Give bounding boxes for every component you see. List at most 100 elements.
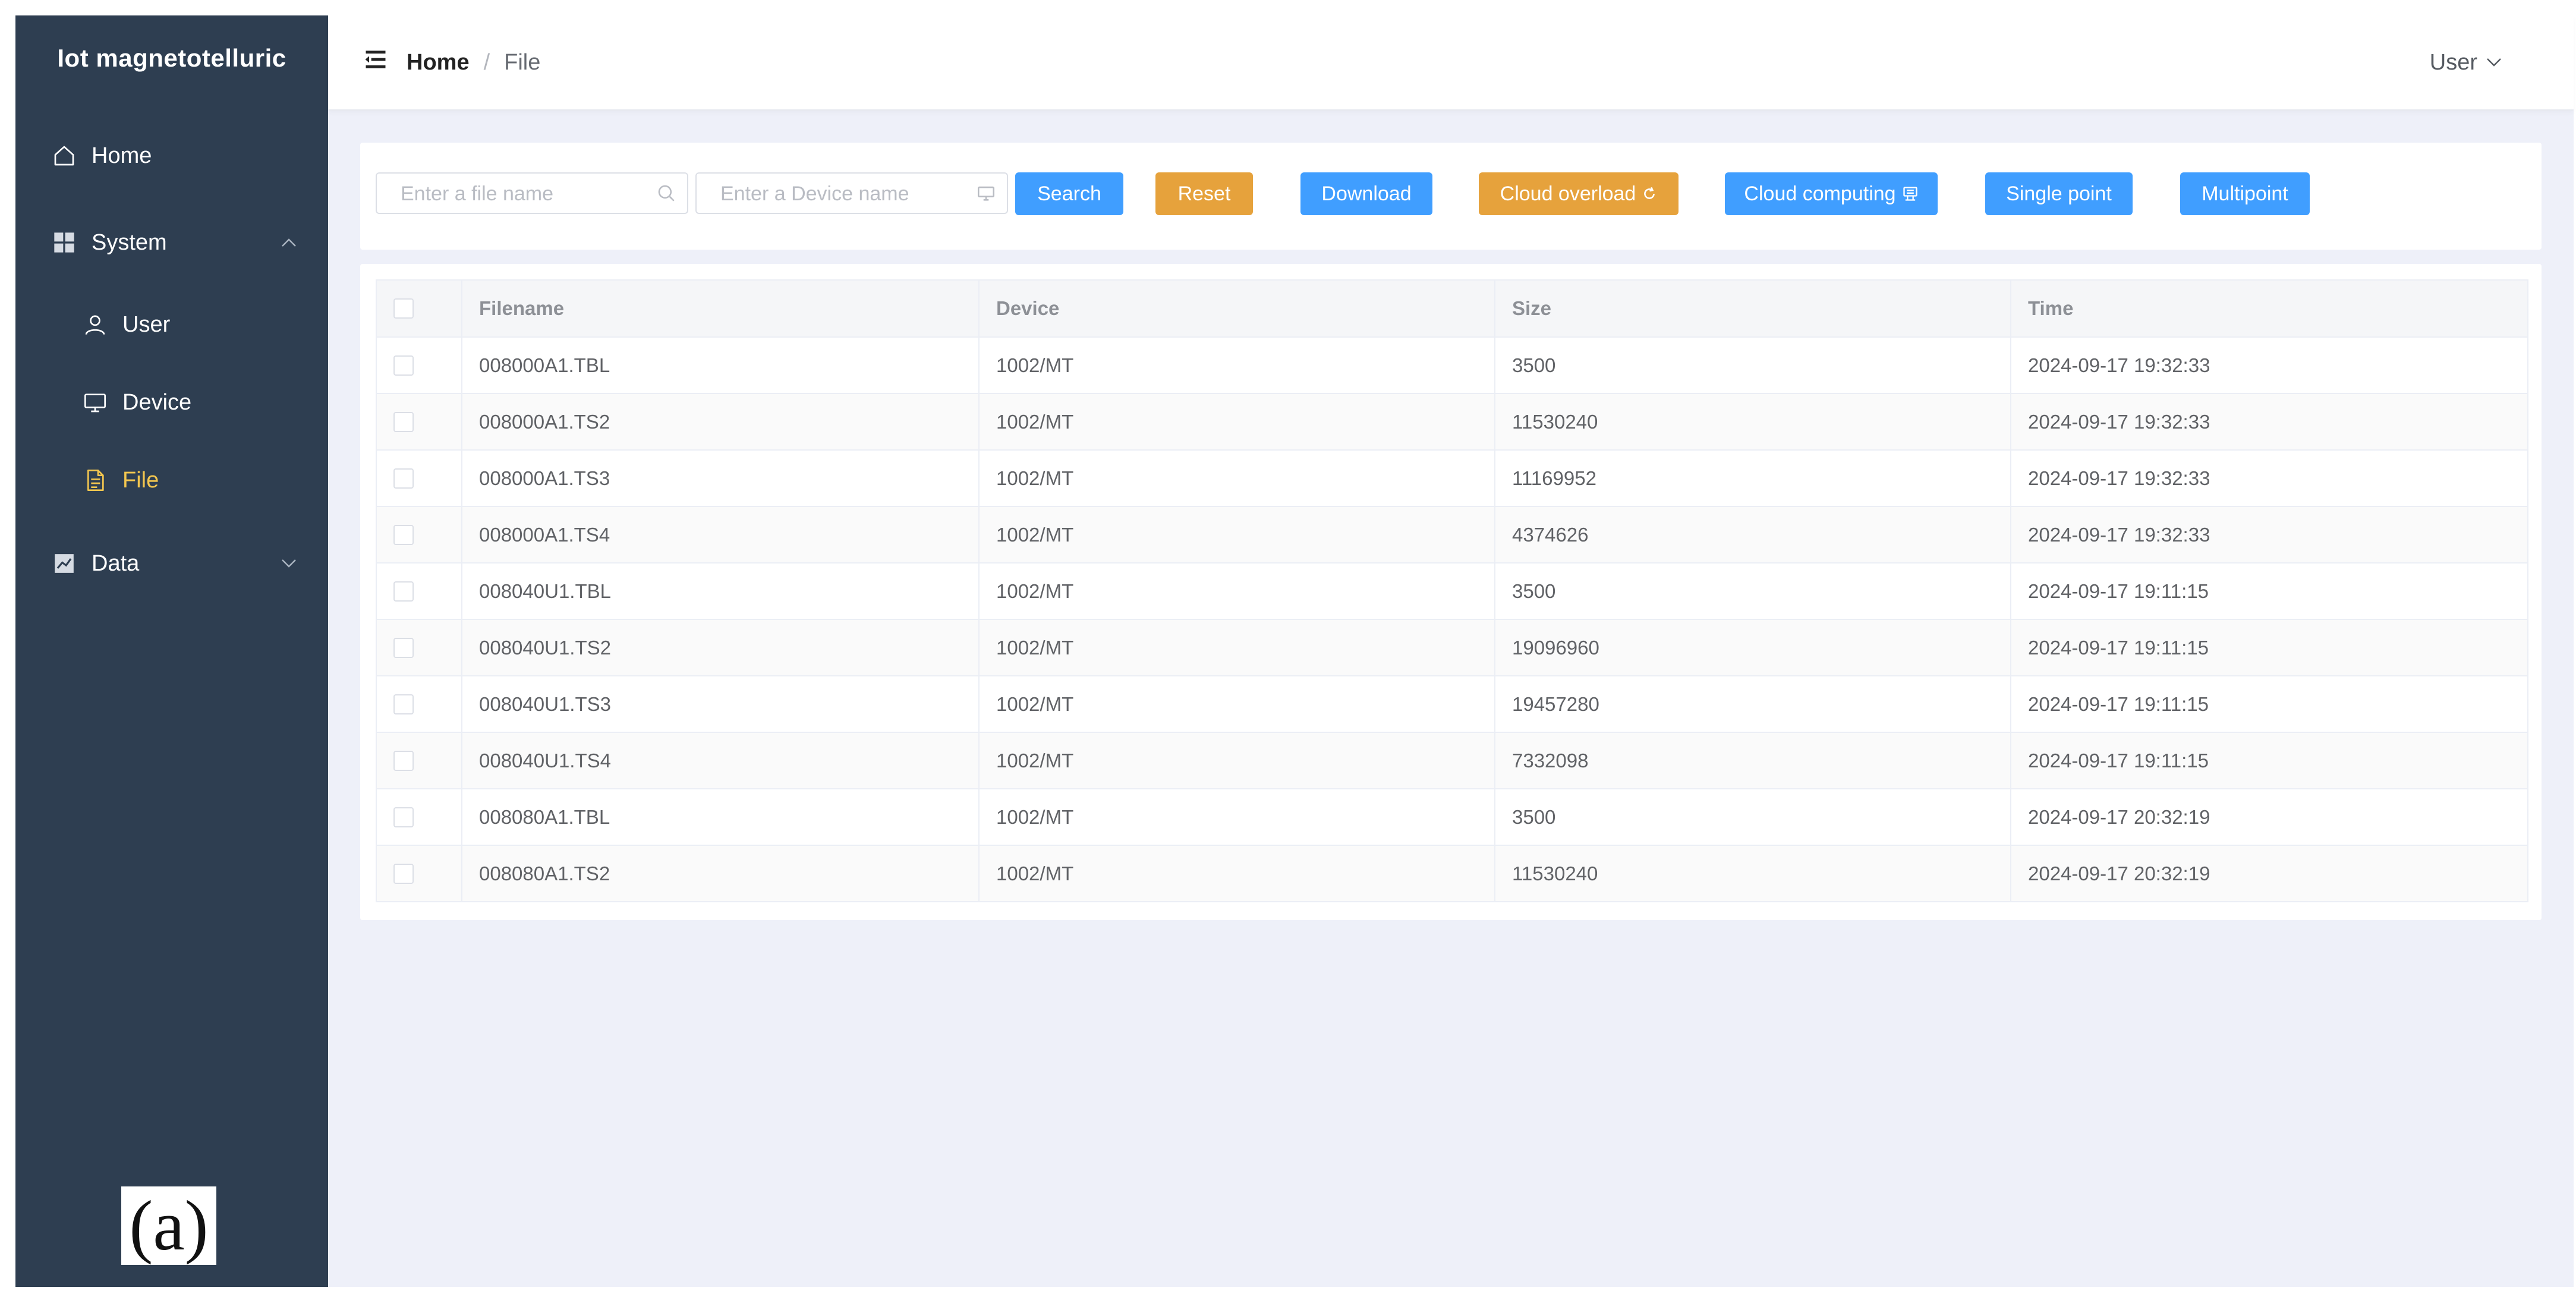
monitor-icon [976,183,996,203]
cloud-computing-label: Cloud computing [1744,182,1896,205]
single-point-button[interactable]: Single point [1985,172,2133,215]
sidebar-item-label: File [122,467,159,493]
size-cell: 11530240 [1494,845,2011,902]
column-header-time[interactable]: Time [2010,279,2528,338]
user-icon [82,311,108,338]
chevron-down-icon[interactable] [277,552,301,575]
row-select-cell [376,788,462,846]
row-checkbox[interactable] [393,807,414,827]
time-cell: 2024-09-17 19:32:33 [2010,393,2528,451]
time-cell: 2024-09-17 19:11:15 [2010,675,2528,733]
table-row[interactable]: 008000A1.TS3 1002/MT 11169952 2024-09-17… [376,449,2528,507]
filename-cell: 008040U1.TBL [461,562,980,620]
row-select-cell [376,675,462,733]
app-shell: Iot magnetotelluric Home System User Dev… [15,15,2574,1287]
table-row[interactable]: 008040U1.TBL 1002/MT 3500 2024-09-17 19:… [376,562,2528,620]
table-row[interactable]: 008000A1.TS4 1002/MT 4374626 2024-09-17 … [376,506,2528,563]
table-row[interactable]: 008000A1.TBL 1002/MT 3500 2024-09-17 19:… [376,336,2528,394]
row-checkbox[interactable] [393,411,414,432]
device-cell: 1002/MT [978,449,1495,507]
device-name-field[interactable] [695,172,1008,214]
file-name-field[interactable] [376,172,688,214]
time-cell: 2024-09-17 19:32:33 [2010,336,2528,394]
device-cell: 1002/MT [978,788,1495,846]
time-cell: 2024-09-17 19:11:15 [2010,562,2528,620]
device-cell: 1002/MT [978,675,1495,733]
time-cell: 2024-09-17 19:11:15 [2010,732,2528,789]
table-row[interactable]: 008080A1.TS2 1002/MT 11530240 2024-09-17… [376,845,2528,902]
chart-icon [51,550,77,577]
file-table-card: Filename Device Size Time 008000A1.TBL 1… [360,264,2542,920]
cloud-computing-button[interactable]: Cloud computing [1725,172,1938,215]
size-cell: 3500 [1494,788,2011,846]
device-name-input[interactable] [719,174,939,214]
file-table: Filename Device Size Time 008000A1.TBL 1… [376,279,2528,902]
sidebar-item-device[interactable]: Device [82,379,191,426]
size-cell: 3500 [1494,562,2011,620]
row-checkbox[interactable] [393,863,414,884]
select-all-checkbox[interactable] [393,298,414,319]
device-cell: 1002/MT [978,619,1495,676]
search-icon [656,183,676,203]
table-row[interactable]: 008080A1.TBL 1002/MT 3500 2024-09-17 20:… [376,788,2528,846]
user-menu[interactable]: User [2430,15,2502,109]
filename-cell: 008000A1.TS4 [461,506,980,563]
table-row[interactable]: 008040U1.TS2 1002/MT 19096960 2024-09-17… [376,619,2528,676]
chevron-down-icon [2487,58,2501,67]
table-row[interactable]: 008040U1.TS3 1002/MT 19457280 2024-09-17… [376,675,2528,733]
row-checkbox[interactable] [393,694,414,714]
toolbar: Search Reset Download Cloud overload Clo… [360,143,2542,250]
row-checkbox[interactable] [393,637,414,658]
row-select-cell [376,619,462,676]
row-checkbox[interactable] [393,750,414,771]
size-cell: 7332098 [1494,732,2011,789]
search-button[interactable]: Search [1015,172,1123,215]
breadcrumb-home[interactable]: Home [407,50,470,75]
size-cell: 11169952 [1494,449,2011,507]
row-checkbox[interactable] [393,468,414,489]
reset-button[interactable]: Reset [1155,172,1253,215]
row-checkbox[interactable] [393,581,414,602]
download-button[interactable]: Download [1300,172,1432,215]
file-name-input[interactable] [399,174,619,214]
row-select-cell [376,336,462,394]
sidebar-item-home[interactable]: Home [51,132,152,180]
column-header-filename[interactable]: Filename [461,279,980,338]
time-cell: 2024-09-17 20:32:19 [2010,788,2528,846]
sidebar-item-system[interactable]: System [51,219,167,266]
cloud-server-icon [1902,185,1919,202]
size-cell: 3500 [1494,336,2011,394]
filename-cell: 008080A1.TS2 [461,845,980,902]
sidebar: Iot magnetotelluric Home System User Dev… [15,15,328,1287]
sidebar-item-label: Home [92,143,152,168]
monitor-icon [82,389,108,415]
sidebar-item-user[interactable]: User [82,301,170,348]
figure-label: (a) [121,1186,216,1265]
sidebar-item-file[interactable]: File [82,457,159,504]
device-cell: 1002/MT [978,562,1495,620]
document-icon [82,467,108,493]
time-cell: 2024-09-17 19:11:15 [2010,619,2528,676]
multipoint-button[interactable]: Multipoint [2180,172,2310,215]
device-cell: 1002/MT [978,506,1495,563]
chevron-up-icon[interactable] [277,231,301,254]
size-cell: 4374626 [1494,506,2011,563]
row-checkbox[interactable] [393,355,414,376]
table-header-row: Filename Device Size Time [376,279,2528,338]
sidebar-item-data[interactable]: Data [51,540,139,587]
filename-cell: 008080A1.TBL [461,788,980,846]
row-checkbox[interactable] [393,524,414,545]
device-cell: 1002/MT [978,393,1495,451]
table-row[interactable]: 008040U1.TS4 1002/MT 7332098 2024-09-17 … [376,732,2528,789]
breadcrumb-separator: / [483,49,490,75]
row-select-cell [376,449,462,507]
column-header-size[interactable]: Size [1494,279,2011,338]
table-row[interactable]: 008000A1.TS2 1002/MT 11530240 2024-09-17… [376,393,2528,451]
column-header-device[interactable]: Device [978,279,1495,338]
device-cell: 1002/MT [978,732,1495,789]
cloud-overload-button[interactable]: Cloud overload [1479,172,1679,215]
select-all-cell [376,279,462,338]
device-cell: 1002/MT [978,845,1495,902]
filename-cell: 008000A1.TS3 [461,449,980,507]
menu-toggle-icon[interactable] [363,46,389,73]
